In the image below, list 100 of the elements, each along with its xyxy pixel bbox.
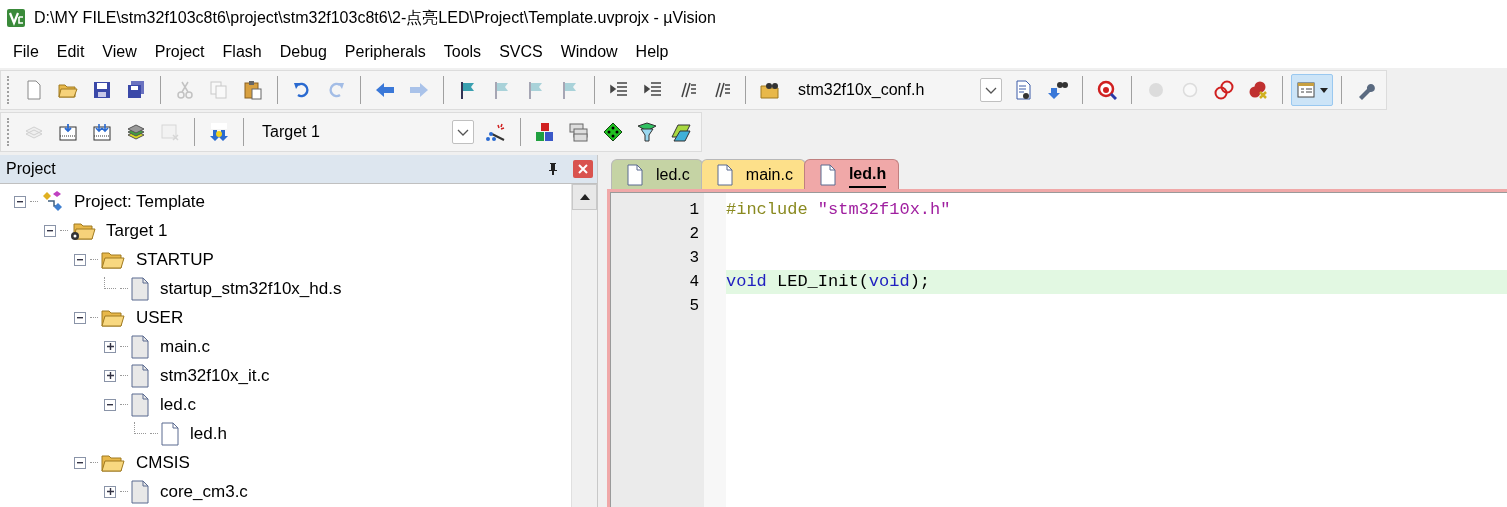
double-download-tray-icon	[92, 122, 112, 142]
document-icon	[130, 276, 150, 301]
tree-item[interactable]: main.c	[160, 333, 211, 360]
tree-item[interactable]: core_cm3.c	[160, 478, 248, 505]
tree-item[interactable]: led.h	[190, 420, 227, 447]
filled-circle-icon	[1146, 80, 1166, 100]
editor-tab[interactable]: main.c	[700, 159, 806, 189]
collapse-toggle[interactable]	[44, 224, 56, 237]
line-number: 4	[688, 272, 700, 293]
panel-title: Project	[6, 159, 57, 179]
document-icon	[130, 363, 150, 388]
load-arrows-icon	[209, 122, 229, 142]
collapse-toggle[interactable]	[74, 311, 86, 324]
scrollbar[interactable]	[571, 184, 597, 507]
expand-toggle[interactable]	[104, 369, 116, 382]
scissors-icon	[175, 80, 195, 100]
left-arrow-icon	[375, 80, 395, 100]
download-into-tray-icon	[58, 122, 78, 142]
funnel-icon	[637, 122, 657, 142]
open-folder-icon	[100, 307, 126, 328]
collapse-toggle[interactable]	[14, 195, 26, 208]
chevron-down-icon	[985, 86, 997, 94]
clipboard-icon	[243, 80, 263, 100]
menu-item[interactable]: Project	[145, 39, 214, 64]
document-icon	[626, 163, 644, 186]
dropdown-field[interactable]: Target 1	[256, 120, 452, 144]
right-arrow-icon	[409, 80, 429, 100]
down-arrow-binoculars-icon	[1048, 80, 1068, 100]
app-logo-icon	[6, 7, 26, 28]
document-icon	[130, 334, 150, 359]
document-binoculars-icon	[1014, 80, 1034, 100]
tree-item[interactable]: STARTUP	[136, 246, 214, 273]
tree-item[interactable]: startup_stm32f10x_hd.s	[160, 275, 342, 302]
menu-item[interactable]: Edit	[47, 39, 94, 64]
minus-icon	[17, 200, 23, 203]
magic-wand-icon	[486, 122, 506, 142]
code-line: #include "stm32f10x.h"	[726, 199, 952, 221]
layers-icon	[126, 122, 146, 142]
hollow-circle-icon	[1180, 80, 1200, 100]
tree-item[interactable]: Project: Template	[74, 188, 206, 215]
copy-icon	[209, 80, 229, 100]
menu-item[interactable]: Flash	[213, 39, 271, 64]
document-icon	[818, 163, 837, 186]
collapse-toggle[interactable]	[104, 398, 116, 411]
expand-toggle[interactable]	[104, 485, 116, 498]
folder-binoculars-icon	[760, 80, 780, 100]
stacked-blocks-icon	[535, 122, 555, 142]
tree-item[interactable]: stm32f10x_it.c	[160, 362, 270, 389]
menu-item[interactable]: File	[4, 39, 48, 64]
line-number: 5	[688, 296, 700, 317]
menu-item[interactable]: Window	[551, 39, 627, 64]
tree-item[interactable]: Target 1	[106, 217, 168, 244]
open-folder-icon	[100, 249, 126, 270]
folder-gear-icon	[70, 220, 96, 241]
scroll-up-button[interactable]	[572, 184, 597, 210]
minus-icon	[77, 316, 83, 319]
editor-tab[interactable]: led.c	[611, 159, 703, 189]
menu-item[interactable]: Peripherals	[335, 39, 435, 64]
linked-circles-icon	[1214, 80, 1234, 100]
circles-cross-icon	[1248, 80, 1268, 100]
line-number: 3	[688, 248, 700, 269]
up-arrow-icon	[579, 194, 590, 200]
overlapping-windows-icon	[569, 122, 589, 142]
collapse-toggle[interactable]	[74, 456, 86, 469]
menu-item[interactable]: View	[93, 39, 146, 64]
line-number: 1	[688, 200, 700, 221]
diamond-chip-icon	[603, 122, 623, 142]
tree-item[interactable]: USER	[136, 304, 184, 331]
stacked-floppy-disks-icon	[126, 80, 146, 100]
tree-item[interactable]: led.c	[160, 391, 196, 418]
menu-item[interactable]: Debug	[270, 39, 336, 64]
document-icon	[130, 392, 150, 417]
pin-icon[interactable]	[547, 162, 559, 176]
minus-icon	[77, 461, 83, 464]
magnifier-icon	[1097, 80, 1117, 100]
plus-icon	[106, 488, 114, 495]
dropdown-button[interactable]	[1291, 74, 1333, 106]
chevron-down-icon	[457, 128, 469, 136]
document-icon	[130, 479, 150, 504]
window-list-icon	[1296, 80, 1316, 100]
menu-item[interactable]: SVCS	[490, 39, 552, 64]
window-title: D:\MY FILE\stm32f103c8t6\project\stm32f103c8t6\2-点亮LED\Project\Template.uvprojx - µVision	[34, 7, 716, 28]
editor-tab[interactable]: led.h	[803, 159, 900, 189]
close-icon[interactable]	[573, 160, 593, 178]
document-icon	[160, 421, 180, 446]
minus-icon	[107, 403, 113, 406]
document-icon	[715, 163, 734, 186]
line-number: 2	[688, 224, 700, 245]
minus-icon	[47, 229, 53, 232]
menu-item[interactable]: Tools	[434, 39, 491, 64]
caret-icon	[1320, 87, 1328, 93]
new-document-icon	[24, 80, 44, 100]
minus-icon	[77, 258, 83, 261]
dropdown-field[interactable]: stm32f10x_conf.h	[792, 78, 980, 102]
menu-item[interactable]: Help	[626, 39, 678, 64]
tree-item[interactable]: CMSIS	[136, 449, 190, 476]
open-folder-icon	[100, 452, 126, 473]
grid-cross-icon	[160, 122, 180, 142]
collapse-toggle[interactable]	[74, 253, 86, 266]
expand-toggle[interactable]	[104, 340, 116, 353]
